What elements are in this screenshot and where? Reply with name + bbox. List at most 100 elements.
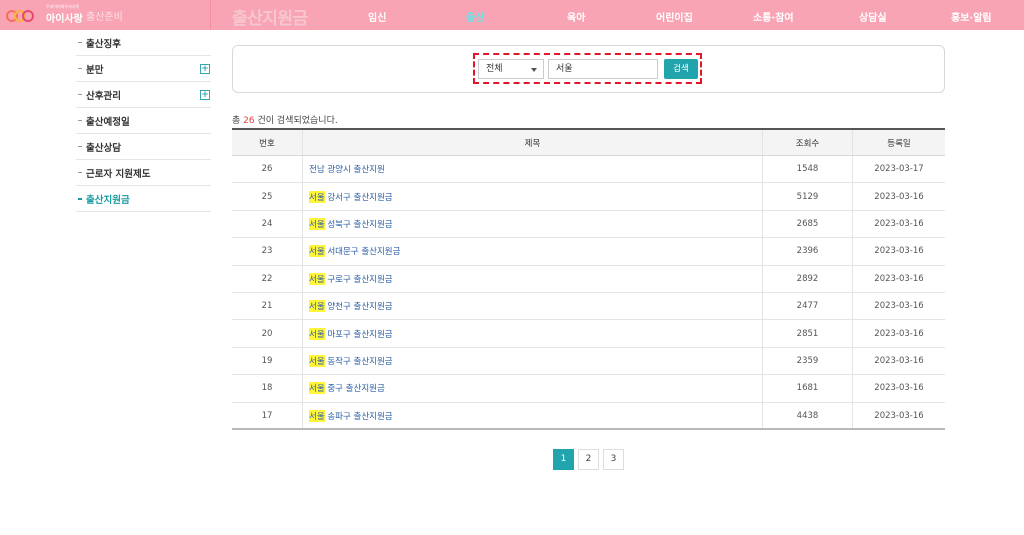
sidebar-item-birth-subsidy[interactable]: 출산지원금 xyxy=(76,186,211,212)
nav-item-daycare[interactable]: 어린이집 xyxy=(656,9,693,24)
header-date: 등록일 xyxy=(887,138,911,149)
page-title: 출산지원금 xyxy=(232,9,308,29)
row-date: 2023-03-16 xyxy=(874,328,924,339)
row-views: 1548 xyxy=(763,156,853,183)
result-count-suffix: 건이 검색되었습니다. xyxy=(254,116,338,126)
top-header-bar: 우리아이와우리가족 아이사랑 출산준비 출산지원금 임신 출산 육아 어린이집 … xyxy=(0,0,1024,30)
row-number: 24 xyxy=(232,210,303,238)
table-row[interactable]: 22 서울 구로구 출산지원금 2892 2023-03-16 xyxy=(232,265,945,293)
row-number: 20 xyxy=(232,320,303,347)
row-views: 4438 xyxy=(763,402,853,429)
row-title-link[interactable]: 서울 마포구 출산지원금 xyxy=(303,320,763,347)
sidebar-item-label: 근로자 지원제도 xyxy=(86,168,151,180)
search-match-highlight: 서울 xyxy=(309,190,325,203)
row-views: 2685 xyxy=(763,210,853,238)
nav-item-parenting[interactable]: 육아 xyxy=(567,9,585,24)
sidebar-item-due-date[interactable]: 출산예정일 xyxy=(76,108,211,134)
row-views: 5129 xyxy=(763,183,853,210)
row-number: 22 xyxy=(232,265,303,292)
row-title-text: 전남 광양시 출산지원 xyxy=(309,165,385,176)
row-title-text: 서대문구 출산지원금 xyxy=(324,247,401,258)
row-title-link[interactable]: 서울 중구 출산지원금 xyxy=(303,375,763,402)
sidebar-item-delivery[interactable]: 분만 + xyxy=(76,56,211,82)
row-number: 19 xyxy=(232,347,303,375)
pagination: 1 2 3 xyxy=(553,449,624,470)
breadcrumb[interactable]: 출산준비 xyxy=(86,8,123,23)
row-number: 17 xyxy=(232,402,303,429)
page-button-2[interactable]: 2 xyxy=(578,449,599,470)
category-select[interactable]: 전체 xyxy=(478,59,544,79)
results-table: 번호 제목 조회수 등록일 26 전남 광양시 출산지원 1548 2023-03-1… xyxy=(232,128,945,430)
row-title-link[interactable]: 서울 성북구 출산지원금 xyxy=(303,210,763,238)
page-button-3[interactable]: 3 xyxy=(603,449,624,470)
row-number: 21 xyxy=(232,292,303,320)
sidebar-item-label: 분만 xyxy=(86,64,104,76)
row-title-link[interactable]: 전남 광양시 출산지원 xyxy=(303,156,763,183)
row-views: 2477 xyxy=(763,292,853,320)
search-match-highlight: 서울 xyxy=(309,217,325,230)
row-views: 2851 xyxy=(763,320,853,347)
row-title-text: 마포구 출산지원금 xyxy=(324,329,393,340)
row-title-link[interactable]: 서울 송파구 출산지원금 xyxy=(303,402,763,429)
row-number: 18 xyxy=(232,375,303,402)
row-title-text: 송파구 출산지원금 xyxy=(324,411,393,422)
search-button[interactable]: 검색 xyxy=(664,59,698,79)
search-match-highlight: 서울 xyxy=(309,300,325,313)
sidebar-item-worker-support[interactable]: 근로자 지원제도 xyxy=(76,160,211,186)
sidebar-item-label: 출산상담 xyxy=(86,142,121,154)
table-row[interactable]: 23 서울 서대문구 출산지원금 2396 2023-03-16 xyxy=(232,238,945,266)
expand-plus-icon[interactable]: + xyxy=(200,90,210,100)
row-views: 2359 xyxy=(763,347,853,375)
search-match-highlight: 서울 xyxy=(309,327,325,340)
row-title-text: 구로구 출산지원금 xyxy=(324,274,393,285)
row-date: 2023-03-16 xyxy=(874,410,924,421)
nav-item-pregnancy[interactable]: 임신 xyxy=(368,9,386,24)
sidebar-item-postpartum[interactable]: 산후관리 + xyxy=(76,82,211,108)
row-title-link[interactable]: 서울 서대문구 출산지원금 xyxy=(303,238,763,265)
row-number: 25 xyxy=(232,183,303,210)
table-row[interactable]: 18 서울 중구 출산지원금 1681 2023-03-16 xyxy=(232,375,945,403)
site-logo[interactable]: 우리아이와우리가족 아이사랑 xyxy=(6,3,83,27)
table-row[interactable]: 21 서울 양천구 출산지원금 2477 2023-03-16 xyxy=(232,292,945,321)
table-row[interactable]: 19 서울 동작구 출산지원금 2359 2023-03-16 xyxy=(232,347,945,376)
table-row[interactable]: 17 서울 송파구 출산지원금 4438 2023-03-16 xyxy=(232,402,945,430)
row-title-link[interactable]: 서울 양천구 출산지원금 xyxy=(303,292,763,320)
row-date: 2023-03-17 xyxy=(874,164,924,175)
result-count-number: 26 xyxy=(243,116,255,126)
search-match-highlight: 서울 xyxy=(309,272,325,285)
row-title-link[interactable]: 서울 강서구 출산지원금 xyxy=(303,183,763,210)
sidebar-item-birth-signs[interactable]: 출산징후 xyxy=(76,30,211,56)
row-title-text: 강서구 출산지원금 xyxy=(324,192,393,203)
table-row[interactable]: 25 서울 강서구 출산지원금 5129 2023-03-16 xyxy=(232,183,945,211)
row-date: 2023-03-16 xyxy=(874,273,924,284)
row-title-link[interactable]: 서울 구로구 출산지원금 xyxy=(303,265,763,292)
table-header-row: 번호 제목 조회수 등록일 xyxy=(232,130,945,156)
nav-item-community[interactable]: 소통·참여 xyxy=(753,9,794,24)
search-input[interactable]: 서울 xyxy=(548,59,658,79)
table-row[interactable]: 26 전남 광양시 출산지원 1548 2023-03-17 xyxy=(232,156,945,184)
logo-name: 아이사랑 xyxy=(46,14,83,25)
sidebar-item-label: 출산예정일 xyxy=(86,116,130,128)
bullet-dash-icon xyxy=(78,42,82,43)
bullet-dash-icon xyxy=(78,68,82,69)
sidebar-item-label: 산후관리 xyxy=(86,90,121,102)
header-no: 번호 xyxy=(232,130,303,155)
row-title-text: 양천구 출산지원금 xyxy=(324,302,393,313)
page-button-1[interactable]: 1 xyxy=(553,449,574,470)
search-match-highlight: 서울 xyxy=(309,382,325,395)
table-row[interactable]: 20 서울 마포구 출산지원금 2851 2023-03-16 xyxy=(232,320,945,348)
nav-item-birth[interactable]: 출산 xyxy=(466,9,484,24)
nav-item-news[interactable]: 홍보·알림 xyxy=(951,9,992,24)
row-title-text: 동작구 출산지원금 xyxy=(324,356,393,367)
row-number: 23 xyxy=(232,238,303,265)
expand-plus-icon[interactable]: + xyxy=(200,64,210,74)
row-date: 2023-03-16 xyxy=(874,218,924,229)
bullet-dash-icon xyxy=(78,146,82,147)
nav-item-counseling[interactable]: 상담실 xyxy=(859,9,887,24)
chevron-down-icon xyxy=(531,68,537,72)
table-row[interactable]: 24 서울 성북구 출산지원금 2685 2023-03-16 xyxy=(232,210,945,239)
row-title-link[interactable]: 서울 동작구 출산지원금 xyxy=(303,347,763,375)
row-views: 2396 xyxy=(763,238,853,265)
sidebar-item-birth-counseling[interactable]: 출산상담 xyxy=(76,134,211,160)
sidebar-menu: 출산징후 분만 + 산후관리 + 출산예정일 출산상담 근로자 지원제도 출산지… xyxy=(76,30,211,212)
